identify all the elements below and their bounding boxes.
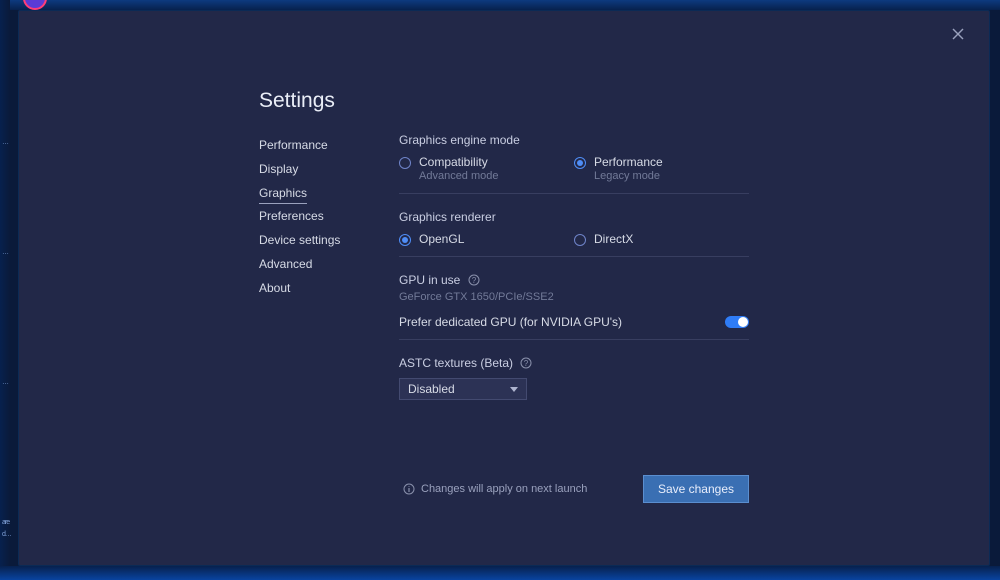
section-engine-mode: Graphics engine mode Compatibility Advan… bbox=[399, 133, 749, 194]
gpu-label: GPU in use ? bbox=[399, 273, 749, 287]
save-changes-button[interactable]: Save changes bbox=[643, 475, 749, 503]
svg-text:?: ? bbox=[471, 276, 476, 285]
gpu-name: GeForce GTX 1650/PCIe/SSE2 bbox=[399, 291, 749, 303]
radio-icon bbox=[399, 234, 411, 246]
astc-select[interactable]: Disabled bbox=[399, 378, 527, 400]
dialog-footer: Changes will apply on next launch Save c… bbox=[399, 475, 749, 503]
radio-icon bbox=[399, 157, 411, 169]
close-button[interactable] bbox=[951, 27, 965, 41]
engine-mode-performance[interactable]: Performance Legacy mode bbox=[574, 155, 749, 183]
info-icon bbox=[403, 483, 415, 495]
renderer-opengl[interactable]: OpenGL bbox=[399, 232, 574, 246]
dock-marker: … bbox=[2, 140, 8, 146]
dock-marker: d… bbox=[2, 532, 11, 538]
settings-dialog: Settings Performance Display Graphics Pr… bbox=[18, 10, 990, 566]
footer-note: Changes will apply on next launch bbox=[399, 483, 587, 495]
section-divider bbox=[399, 256, 749, 257]
sidebar-item-about[interactable]: About bbox=[259, 276, 290, 300]
section-astc: ASTC textures (Beta) ? Disabled bbox=[399, 356, 749, 400]
svg-text:?: ? bbox=[524, 359, 529, 368]
sidebar-item-performance[interactable]: Performance bbox=[259, 133, 328, 157]
sidebar-item-graphics[interactable]: Graphics bbox=[259, 181, 307, 204]
sidebar-item-device-settings[interactable]: Device settings bbox=[259, 228, 340, 252]
sidebar-item-display[interactable]: Display bbox=[259, 157, 298, 181]
dock-marker: … bbox=[2, 380, 8, 386]
desktop-left-bar bbox=[0, 0, 10, 580]
sidebar-item-preferences[interactable]: Preferences bbox=[259, 204, 324, 228]
radio-label: Compatibility bbox=[419, 155, 499, 169]
astc-label-text: ASTC textures (Beta) bbox=[399, 356, 513, 370]
radio-icon bbox=[574, 234, 586, 246]
prefer-dedicated-label: Prefer dedicated GPU (for NVIDIA GPU's) bbox=[399, 315, 622, 329]
astc-select-value: Disabled bbox=[408, 382, 455, 396]
section-divider bbox=[399, 339, 749, 340]
radio-label: OpenGL bbox=[419, 232, 464, 246]
radio-sublabel: Advanced mode bbox=[419, 170, 499, 183]
renderer-label: Graphics renderer bbox=[399, 210, 749, 224]
info-icon[interactable]: ? bbox=[520, 357, 532, 369]
desktop-top-bar bbox=[0, 0, 1000, 10]
settings-sidebar: Performance Display Graphics Preferences… bbox=[259, 133, 379, 300]
section-gpu: GPU in use ? GeForce GTX 1650/PCIe/SSE2 … bbox=[399, 273, 749, 340]
info-icon[interactable]: ? bbox=[468, 274, 480, 286]
section-renderer: Graphics renderer OpenGL DirectX bbox=[399, 210, 749, 257]
engine-mode-label: Graphics engine mode bbox=[399, 133, 749, 147]
section-divider bbox=[399, 193, 749, 194]
chevron-down-icon bbox=[510, 387, 518, 392]
dock-marker: … bbox=[2, 250, 8, 256]
astc-label: ASTC textures (Beta) ? bbox=[399, 356, 749, 370]
sidebar-item-advanced[interactable]: Advanced bbox=[259, 252, 312, 276]
radio-sublabel: Legacy mode bbox=[594, 170, 663, 183]
prefer-dedicated-toggle[interactable] bbox=[725, 316, 749, 328]
radio-label: Performance bbox=[594, 155, 663, 169]
page-title: Settings bbox=[259, 89, 335, 113]
renderer-directx[interactable]: DirectX bbox=[574, 232, 749, 246]
settings-main: Graphics engine mode Compatibility Advan… bbox=[399, 133, 749, 416]
app-logo-icon bbox=[18, 0, 52, 10]
dock-marker: are bbox=[2, 520, 9, 526]
engine-mode-compatibility[interactable]: Compatibility Advanced mode bbox=[399, 155, 574, 183]
radio-label: DirectX bbox=[594, 232, 633, 246]
radio-icon bbox=[574, 157, 586, 169]
desktop-taskbar bbox=[0, 566, 1000, 580]
footer-note-text: Changes will apply on next launch bbox=[421, 483, 587, 495]
gpu-label-text: GPU in use bbox=[399, 273, 460, 287]
